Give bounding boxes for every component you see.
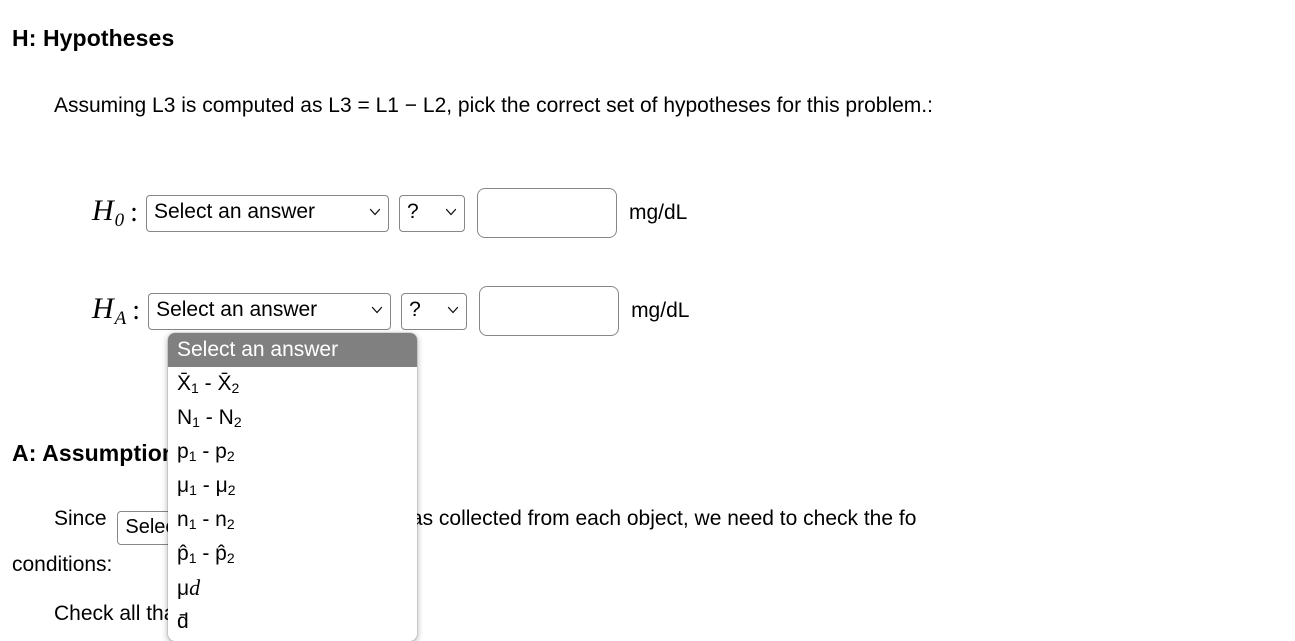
dropdown-option[interactable]: p1 - p2 [168,435,417,469]
alternative-comparator-select-wrapper: ? [401,292,468,330]
option-base: μ [215,474,228,497]
page-title-assumptions: A: Assumptions [12,440,189,466]
alternative-parameter-select-wrapper: Select an answer [148,292,392,330]
option-subscript: 2 [226,516,235,533]
dropdown-option[interactable]: Select an answer [168,333,417,367]
option-subscript: 2 [226,550,235,567]
page-title-hypotheses: H: Hypotheses [12,25,175,51]
option-base: μ [177,474,190,497]
option-operator: - [196,508,216,531]
option-base: X̄ [177,372,192,395]
alternative-value-input[interactable] [479,286,620,336]
option-operator: - [196,542,216,565]
dropdown-option[interactable]: μ1 - μ2 [168,469,417,503]
option-operator: - [196,474,216,497]
option-base: n [177,508,189,531]
option-base: p [177,440,189,463]
null-parameter-select[interactable]: Select an answer [145,194,389,232]
hypothesis-row-alternative: HA : Select an answer ? mg/dL [92,286,689,336]
option-subscript: 2 [233,414,242,431]
option-operator: - [199,406,219,429]
alternative-parameter-select[interactable]: Select an answer [148,292,392,330]
option-base: N [218,406,234,429]
option-subscript: 2 [227,482,236,499]
option-operator: - [198,372,218,395]
option-subscript: 1 [191,380,199,397]
since-prefix-text: Since [54,507,107,530]
option-base: p̂ [177,542,189,565]
option-base: n [215,508,227,531]
null-comparator-select-wrapper: ? [398,194,465,232]
alternative-comparator-select[interactable]: ? [401,292,468,330]
option-base: p [215,440,227,463]
option-base: X̄ [217,372,232,395]
dropdown-option[interactable]: μd [168,571,417,605]
option-subscript: 2 [231,380,240,397]
null-unit-label: mg/dL [628,201,688,224]
hypotheses-instruction-text: Assuming L3 is computed as L3 = L1 − L2,… [54,94,933,117]
option-subscript: 1 [192,414,200,431]
null-hypothesis-label: H0 [92,194,125,231]
option-italic: d [189,575,201,600]
null-hypothesis-colon: : [130,197,138,228]
option-base: p̂ [215,542,227,565]
option-operator: - [196,440,216,463]
dropdown-option[interactable]: X̄1 - X̄2 [168,367,417,401]
dropdown-option[interactable]: p̂1 - p̂2 [168,537,417,571]
null-value-input[interactable] [476,188,617,238]
alternative-unit-label: mg/dL [631,299,690,322]
option-base: μ [177,577,190,600]
hypothesis-row-null: H0 : Select an answer ? mg/dL [92,188,687,238]
parameter-select-dropdown-list[interactable]: Select an answer X̄1 - X̄2 N1 - N2 p1 - p2 μ… [168,333,417,641]
dropdown-option[interactable]: N1 - N2 [168,401,417,435]
dropdown-option[interactable]: d̄ [168,605,417,639]
null-parameter-select-wrapper: Select an answer [145,194,389,232]
conditions-label: conditions: [12,553,113,576]
option-subscript: 2 [226,448,235,465]
null-comparator-select[interactable]: ? [398,194,465,232]
dropdown-option[interactable]: n1 - n2 [168,503,417,537]
alternative-hypothesis-label: HA [92,292,127,329]
alternative-hypothesis-colon: : [132,295,141,326]
option-subscript: 1 [189,482,197,499]
option-base: N [177,406,193,429]
